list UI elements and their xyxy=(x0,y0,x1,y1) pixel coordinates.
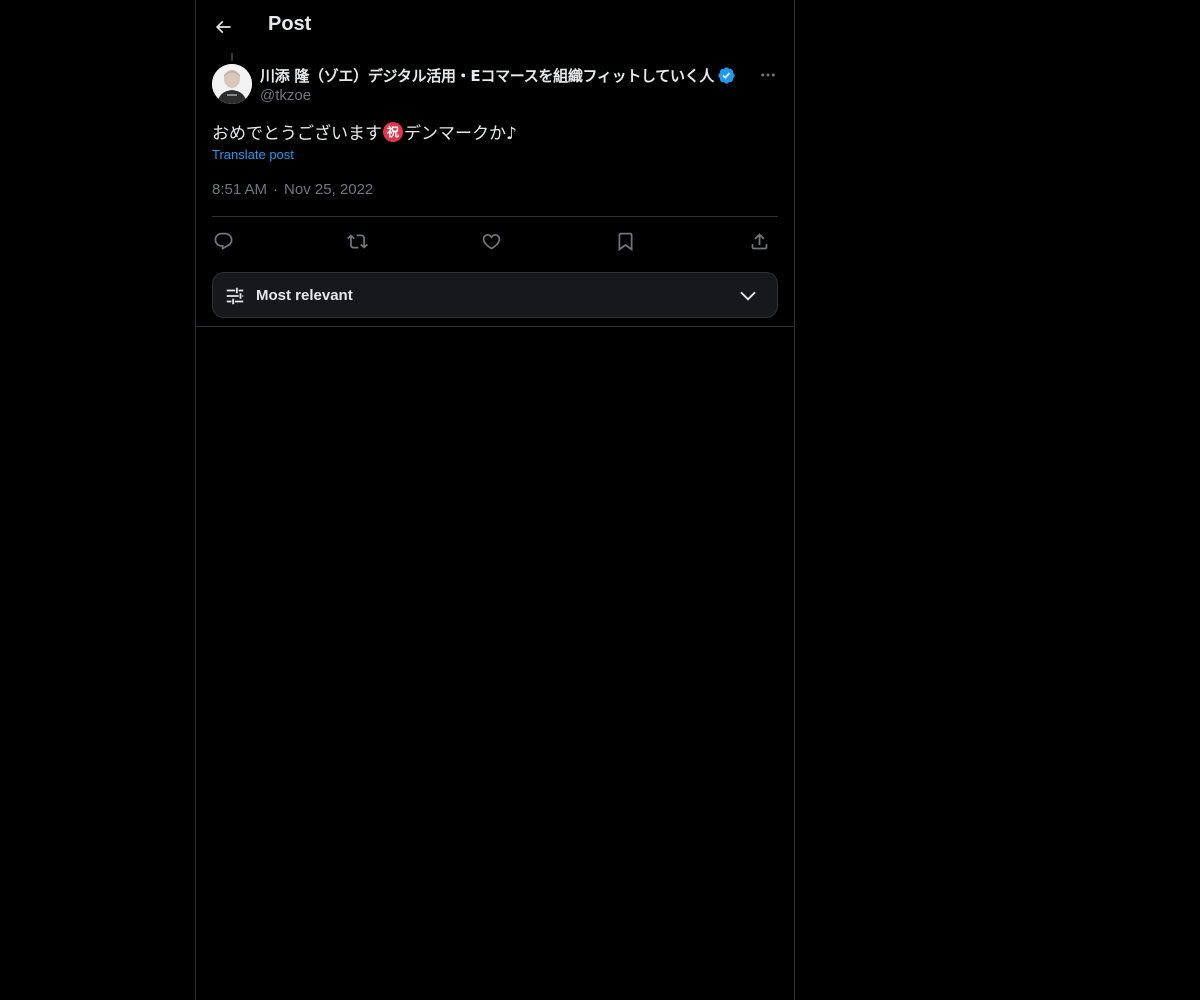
share-icon xyxy=(751,232,767,249)
post-text-part: デンマークか♪ xyxy=(404,124,517,144)
arrow-left-icon xyxy=(215,20,231,34)
author-block: 川添 隆（ゾエ）デジタル活用・Eコマースを組織フィットしていく人 @tkzoe xyxy=(260,64,750,104)
chevron-down-icon xyxy=(740,291,756,301)
avatar-image xyxy=(212,64,252,104)
divider xyxy=(212,216,778,217)
bookmark-icon xyxy=(618,232,632,251)
translate-post-link[interactable]: Translate post xyxy=(212,147,294,162)
reply-button[interactable] xyxy=(208,228,238,254)
author-name-link[interactable]: 川添 隆（ゾエ）デジタル活用・Eコマースを組織フィットしていく人 xyxy=(260,64,750,86)
verified-badge-icon[interactable] xyxy=(717,66,736,85)
page-title: Post xyxy=(268,13,312,35)
page-header: Post xyxy=(196,0,794,53)
repost-icon xyxy=(346,233,368,249)
reply-icon xyxy=(214,232,232,250)
bookmark-button[interactable] xyxy=(610,228,640,254)
like-button[interactable] xyxy=(476,228,506,254)
replies-sort-dropdown[interactable]: Most relevant xyxy=(212,272,778,318)
avatar[interactable] xyxy=(212,64,252,104)
post-text: おめでとうございます 祝 デンマークか♪ xyxy=(212,119,517,144)
author-handle[interactable]: @tkzoe xyxy=(260,87,750,104)
more-options-button[interactable] xyxy=(754,64,782,86)
post-actions-bar xyxy=(212,226,778,256)
celebration-emoji: 祝 xyxy=(383,121,403,142)
post-text-part: おめでとうございます xyxy=(212,124,382,144)
sliders-icon xyxy=(226,287,244,305)
post-time[interactable]: 8:51 AM xyxy=(212,181,267,198)
post-date[interactable]: Nov 25, 2022 xyxy=(284,181,373,198)
timestamp-separator: · xyxy=(273,181,279,198)
sort-label: Most relevant xyxy=(256,287,353,304)
repost-button[interactable] xyxy=(342,228,372,254)
post-timestamp: 8:51 AM · Nov 25, 2022 xyxy=(212,181,373,198)
thread-connector-line xyxy=(231,53,233,61)
heart-icon xyxy=(482,233,500,250)
share-button[interactable] xyxy=(744,228,774,254)
section-divider xyxy=(196,326,794,327)
back-button[interactable] xyxy=(206,10,240,44)
more-horizontal-icon xyxy=(761,73,775,77)
author-display-name: 川添 隆（ゾエ）デジタル活用・Eコマースを組織フィットしていく人 xyxy=(260,66,715,85)
main-column: Post 川添 隆（ゾエ）デジタル活用・Eコマースを組織フィットしていく人 @t… xyxy=(195,0,795,1000)
